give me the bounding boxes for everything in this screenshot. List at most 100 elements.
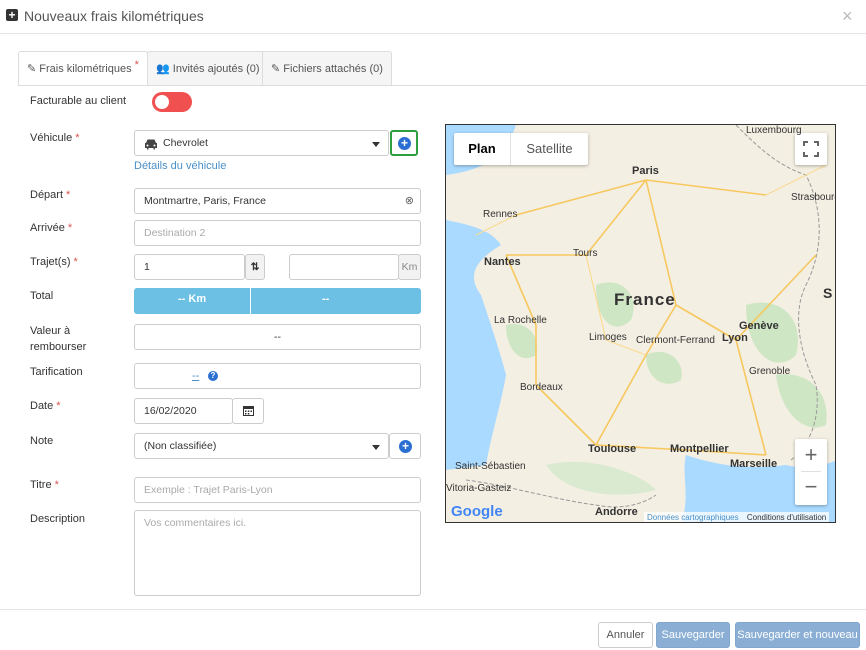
total-km: -- Km [178,293,207,305]
city-toulouse: Toulouse [588,443,637,455]
clear-circle-icon[interactable]: ⊗ [405,189,414,213]
save-and-new-button[interactable]: Sauvegarder et nouveau [735,622,860,648]
tab-divider [18,85,866,86]
note-value: (Non classifiée) [144,440,217,452]
city-andorre: Andorre [595,506,638,518]
date-value: 16/02/2020 [144,405,197,417]
city-marseille: Marseille [730,458,778,470]
toggle-knob [155,95,169,109]
total-bar: -- Km -- [134,288,421,314]
cancel-button[interactable]: Annuler [598,622,653,648]
pricing-label: Tarification [30,366,83,378]
date-label: Date * [30,400,61,412]
city-paris: Paris [632,165,659,177]
vehicle-select[interactable]: Chevrolet [134,130,389,156]
city-tours: Tours [573,248,598,259]
save-button[interactable]: Sauvegarder [656,622,730,648]
note-label: Note [30,435,54,447]
description-textarea[interactable]: Vos commentaires ici. [134,510,421,596]
city-edge-s: S [823,285,833,301]
modal-title: Nouveaux frais kilométriques [24,8,204,24]
refund-label: Valeur à rembourser [30,325,87,353]
title-label: Titre * [30,479,59,491]
date-input[interactable]: 16/02/2020 [134,398,233,424]
pencil-icon: ✎ [27,63,37,75]
tab-guests[interactable]: 👥 Invités ajoutés (0) [147,51,269,85]
map-type-control: Plan Satellite [454,133,588,165]
total-amount: -- [322,293,330,305]
city-sansebastian: Saint-Sébastien [455,461,526,472]
city-bordeaux: Bordeaux [520,382,563,393]
title-placeholder: Exemple : Trajet Paris-Lyon [144,484,273,496]
zoom-in-button[interactable]: + [795,439,827,471]
distance-input[interactable] [289,254,399,280]
add-vehicle-button[interactable]: + [390,130,418,156]
arrival-placeholder: Destination 2 [144,227,206,239]
city-nantes: Nantes [484,256,521,268]
plus-square-icon: + [6,9,18,21]
departure-label: Départ * [30,189,71,201]
city-rennes: Rennes [483,209,518,220]
description-label: Description [30,513,86,525]
total-divider [250,288,251,314]
note-select[interactable]: (Non classifiée) [134,433,389,459]
map[interactable]: Plan Satellite + − Luxembourg Paris Stra… [445,124,836,523]
fullscreen-icon[interactable] [795,133,827,165]
tab-mileage[interactable]: ✎ Frais kilométriques * [18,51,148,86]
attribution-link[interactable]: Données cartographiques [647,513,739,522]
country-label: France [614,290,676,309]
pricing-link[interactable]: -- [192,364,199,388]
required-marker: * [134,59,139,71]
km-unit: Km [398,254,421,280]
billable-label: Facturable au client [30,95,126,107]
city-grenoble: Grenoble [749,366,791,377]
departure-input[interactable]: Montmartre, Paris, France ⊗ [134,188,421,214]
add-note-button[interactable]: + [389,433,421,459]
calendar-icon [242,406,254,416]
pricing-field: -- ? [134,363,421,389]
map-tab-satellite[interactable]: Satellite [510,133,588,165]
paperclip-icon: ✎ [271,63,281,75]
map-tab-plan[interactable]: Plan [454,133,510,165]
title-input[interactable]: Exemple : Trajet Paris-Lyon [134,477,421,503]
refund-value: -- [134,324,421,350]
arrival-label: Arrivée * [30,222,73,234]
close-icon[interactable]: × [842,6,853,27]
map-attribution: Données cartographiques Conditions d'uti… [644,512,830,522]
arrival-input[interactable]: Destination 2 [134,220,421,246]
footer-divider [0,609,866,610]
city-geneve: Genève [739,320,779,332]
billable-toggle[interactable] [152,92,192,112]
city-luxembourg: Luxembourg [746,125,802,136]
plus-circle-icon: + [398,137,411,150]
car-icon [145,139,157,150]
google-logo: Google [451,503,503,520]
city-limoges: Limoges [589,332,627,343]
city-montpellier: Montpellier [670,443,729,455]
city-vitoria: Vitoria-Gasteiz [446,483,512,494]
tab-guests-label: Invités ajoutés (0) [172,63,260,75]
vehicle-value: Chevrolet [163,137,208,149]
trips-label: Trajet(s) * [30,256,78,268]
terms-link[interactable]: Conditions d'utilisation [747,513,826,522]
sort-arrows-icon[interactable]: ⇅ [245,254,265,280]
vehicle-details-link[interactable]: Détails du véhicule [134,160,226,172]
tab-files[interactable]: ✎ Fichiers attachés (0) [262,51,392,85]
chevron-down-icon [372,445,380,450]
plus-circle-icon: + [399,440,412,453]
calendar-button[interactable] [232,398,264,424]
users-icon: 👥 [156,63,170,75]
city-clermont: Clermont-Ferrand [636,335,715,346]
modal-header: + Nouveaux frais kilométriques × [0,0,866,34]
trips-value: 1 [144,261,150,273]
description-placeholder: Vos commentaires ici. [144,517,247,529]
total-label: Total [30,290,54,302]
tab-files-label: Fichiers attachés (0) [283,63,383,75]
chevron-down-icon [372,142,380,147]
tab-mileage-label: Frais kilométriques [39,63,132,75]
city-strasbourg: Strasbourg [791,192,836,203]
trips-input[interactable]: 1 [134,254,245,280]
vehicle-label: Véhicule * [30,132,80,144]
question-circle-icon[interactable]: ? [208,371,218,381]
zoom-out-button[interactable]: − [795,472,827,504]
